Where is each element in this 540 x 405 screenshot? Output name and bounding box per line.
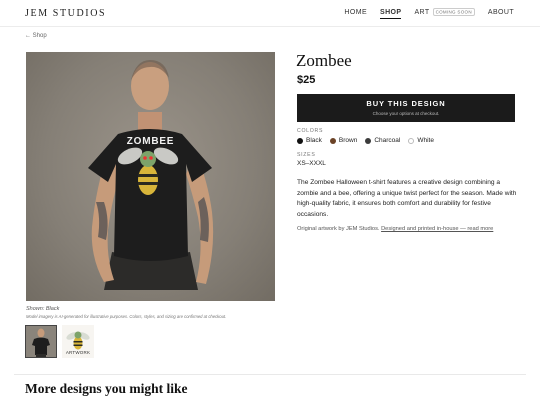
color-name: Brown bbox=[338, 137, 358, 144]
sizes-label: SIZES bbox=[297, 152, 316, 158]
thumbnail-artwork-label: ARTWORK bbox=[65, 350, 91, 355]
origin-text: Original artwork by JEM Studios. bbox=[297, 226, 382, 232]
site-logo[interactable]: JEM STUDIOS bbox=[25, 8, 106, 19]
swatch-dot bbox=[297, 137, 303, 144]
swatch-dot bbox=[365, 137, 372, 144]
buy-button-subtext: Choose your options at checkout. bbox=[372, 111, 440, 116]
back-to-shop-link[interactable]: ← Shop bbox=[25, 33, 47, 39]
nav-home[interactable]: HOME bbox=[344, 9, 367, 16]
color-swatches: Black Brown Charcoal White bbox=[297, 137, 442, 144]
model-illustration bbox=[88, 60, 214, 290]
photo-caption: Shown: Black bbox=[26, 306, 60, 312]
nav-art-label: ART bbox=[414, 9, 430, 16]
thumbnail-model[interactable] bbox=[25, 325, 57, 358]
buy-this-design-button[interactable]: BUY THIS DESIGN Choose your options at c… bbox=[297, 94, 515, 122]
color-option-brown[interactable]: Brown bbox=[329, 137, 358, 144]
nav-about[interactable]: ABOUT bbox=[488, 9, 514, 16]
section-divider bbox=[14, 374, 526, 375]
site-header: JEM STUDIOS HOME SHOP ART COMING SOON ABO… bbox=[0, 0, 540, 27]
color-name: Black bbox=[306, 137, 322, 144]
main-nav: HOME SHOP ART COMING SOON ABOUT bbox=[331, 7, 514, 19]
color-option-charcoal[interactable]: Charcoal bbox=[365, 137, 400, 144]
swatch-dot bbox=[329, 137, 336, 144]
thumbnail-artwork[interactable]: ARTWORK bbox=[62, 325, 94, 358]
more-designs-heading: More designs you might like bbox=[25, 381, 188, 396]
origin-note: Original artwork by JEM Studios. Designe… bbox=[297, 226, 493, 232]
nav-art[interactable]: ART COMING SOON bbox=[414, 7, 475, 16]
shirt-print-text: ZOMBEE bbox=[126, 136, 175, 147]
color-option-white[interactable]: White bbox=[408, 137, 434, 144]
product-title: Zombee bbox=[296, 51, 352, 70]
coming-soon-badge: COMING SOON bbox=[432, 7, 475, 16]
thumbnail-model-image bbox=[26, 326, 56, 357]
product-price: $25 bbox=[297, 74, 316, 86]
color-option-black[interactable]: Black bbox=[297, 137, 322, 144]
buy-button-label: BUY THIS DESIGN bbox=[366, 99, 446, 108]
product-description: The Zombee Halloween t-shirt features a … bbox=[297, 179, 517, 219]
product-photo: ZOMBEE bbox=[26, 52, 275, 301]
colors-label: COLORS bbox=[297, 128, 324, 134]
color-name: Charcoal bbox=[374, 137, 401, 144]
color-name: White bbox=[417, 137, 434, 144]
sizes-value: XS–XXXL bbox=[297, 160, 326, 167]
nav-shop[interactable]: SHOP bbox=[380, 9, 402, 19]
swatch-dot bbox=[408, 137, 415, 144]
read-more-link[interactable]: Designed and printed in-house — read mor… bbox=[381, 226, 493, 232]
ai-disclaimer: Model imagery is AI-generated for illust… bbox=[26, 314, 227, 319]
